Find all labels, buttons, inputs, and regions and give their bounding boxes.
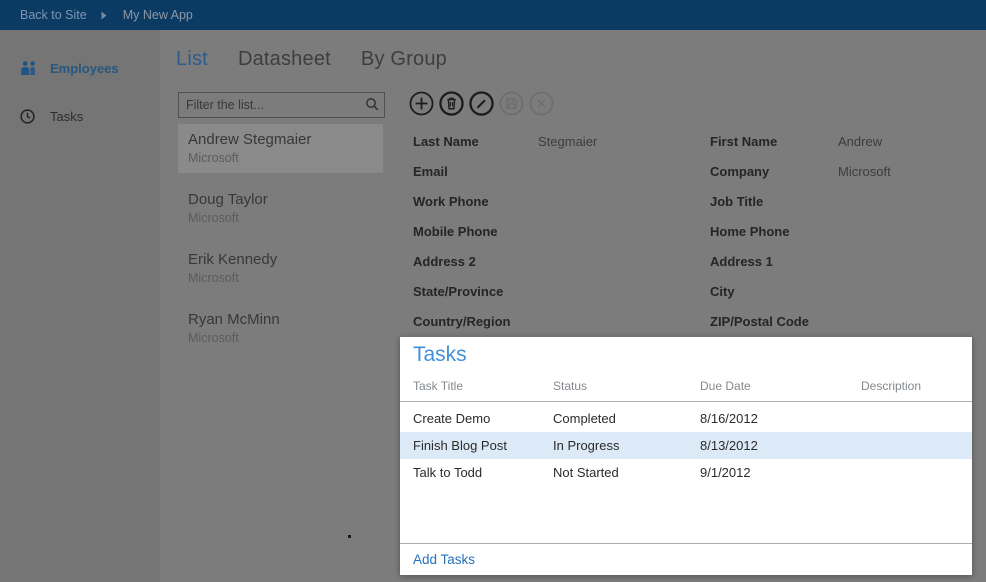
tab-list[interactable]: List (176, 48, 208, 71)
view-tabs: List Datasheet By Group (176, 48, 447, 71)
employee-name: Doug Taylor (188, 190, 383, 210)
clock-icon (20, 108, 38, 124)
field-value: Microsoft (838, 164, 978, 179)
popup-title: Tasks (413, 343, 972, 367)
employee-name: Ryan McMinn (188, 310, 383, 330)
employee-name: Erik Kennedy (188, 250, 383, 270)
employee-company: Microsoft (188, 330, 383, 347)
field-label: Address 2 (413, 254, 538, 269)
employee-company: Microsoft (188, 150, 383, 167)
field-label: ZIP/Postal Code (710, 314, 838, 329)
tab-by-group[interactable]: By Group (361, 48, 447, 71)
field-label: Last Name (413, 134, 538, 149)
record-detail-form: Last Name Stegmaier First Name Andrew Em… (413, 126, 978, 336)
field-label: Home Phone (710, 224, 838, 239)
stray-cursor-dot (348, 535, 351, 538)
field-label: Email (413, 164, 538, 179)
sidebar-item-employees[interactable]: Employees (20, 58, 160, 78)
nav-sidebar: Employees Tasks (0, 30, 160, 582)
record-toolbar (409, 91, 554, 116)
task-due-cell: 8/16/2012 (700, 411, 861, 426)
employee-company: Microsoft (188, 270, 383, 287)
employee-list: Andrew Stegmaier Microsoft Doug Taylor M… (178, 124, 383, 364)
task-title-cell: Finish Blog Post (413, 438, 553, 453)
people-icon (20, 60, 38, 76)
field-label: Job Title (710, 194, 838, 209)
footer-divider (400, 543, 972, 544)
sidebar-item-tasks[interactable]: Tasks (20, 106, 160, 126)
field-label: Mobile Phone (413, 224, 538, 239)
employee-name: Andrew Stegmaier (188, 130, 383, 150)
column-header: Description (861, 379, 972, 393)
task-status-cell: In Progress (553, 438, 700, 453)
save-record-button[interactable] (499, 91, 524, 116)
filter-input[interactable] (179, 98, 362, 112)
field-label: Address 1 (710, 254, 838, 269)
edit-record-button[interactable] (469, 91, 494, 116)
add-tasks-link[interactable]: Add Tasks (413, 552, 972, 567)
task-due-cell: 9/1/2012 (700, 465, 861, 480)
table-row[interactable]: Finish Blog Post In Progress 8/13/2012 (400, 432, 972, 459)
task-title-cell: Create Demo (413, 411, 553, 426)
table-row[interactable]: Create Demo Completed 8/16/2012 (400, 405, 972, 432)
task-status-cell: Not Started (553, 465, 700, 480)
list-item[interactable]: Erik Kennedy Microsoft (178, 244, 383, 293)
tasks-popup: Tasks Task Title Status Due Date Descrip… (400, 337, 972, 575)
task-title-cell: Talk to Todd (413, 465, 553, 480)
top-suite-bar: Back to Site My New App (0, 0, 986, 30)
filter-box (178, 92, 385, 118)
employee-company: Microsoft (188, 210, 383, 227)
list-item[interactable]: Ryan McMinn Microsoft (178, 304, 383, 353)
column-header: Task Title (413, 379, 553, 393)
task-status-cell: Completed (553, 411, 700, 426)
field-label: City (710, 284, 838, 299)
add-record-button[interactable] (409, 91, 434, 116)
delete-record-button[interactable] (439, 91, 464, 116)
back-to-site-link[interactable]: Back to Site (20, 8, 87, 22)
sidebar-item-label: Employees (50, 61, 119, 76)
tasks-table-header: Task Title Status Due Date Description (400, 375, 972, 397)
table-row[interactable]: Talk to Todd Not Started 9/1/2012 (400, 459, 972, 486)
breadcrumb-arrow-icon (101, 11, 107, 20)
field-label: Company (710, 164, 838, 179)
field-value: Stegmaier (538, 134, 710, 149)
header-divider (400, 401, 972, 402)
column-header: Status (553, 379, 700, 393)
list-item[interactable]: Andrew Stegmaier Microsoft (178, 124, 383, 173)
field-label: State/Province (413, 284, 538, 299)
cancel-button[interactable] (529, 91, 554, 116)
task-due-cell: 8/13/2012 (700, 438, 861, 453)
search-icon[interactable] (362, 95, 382, 115)
tab-datasheet[interactable]: Datasheet (238, 48, 331, 71)
list-item[interactable]: Doug Taylor Microsoft (178, 184, 383, 233)
field-label: Country/Region (413, 314, 538, 329)
field-value: Andrew (838, 134, 978, 149)
field-label: Work Phone (413, 194, 538, 209)
field-label: First Name (710, 134, 838, 149)
column-header: Due Date (700, 379, 861, 393)
sidebar-item-label: Tasks (50, 109, 83, 124)
app-title-link[interactable]: My New App (123, 8, 193, 22)
